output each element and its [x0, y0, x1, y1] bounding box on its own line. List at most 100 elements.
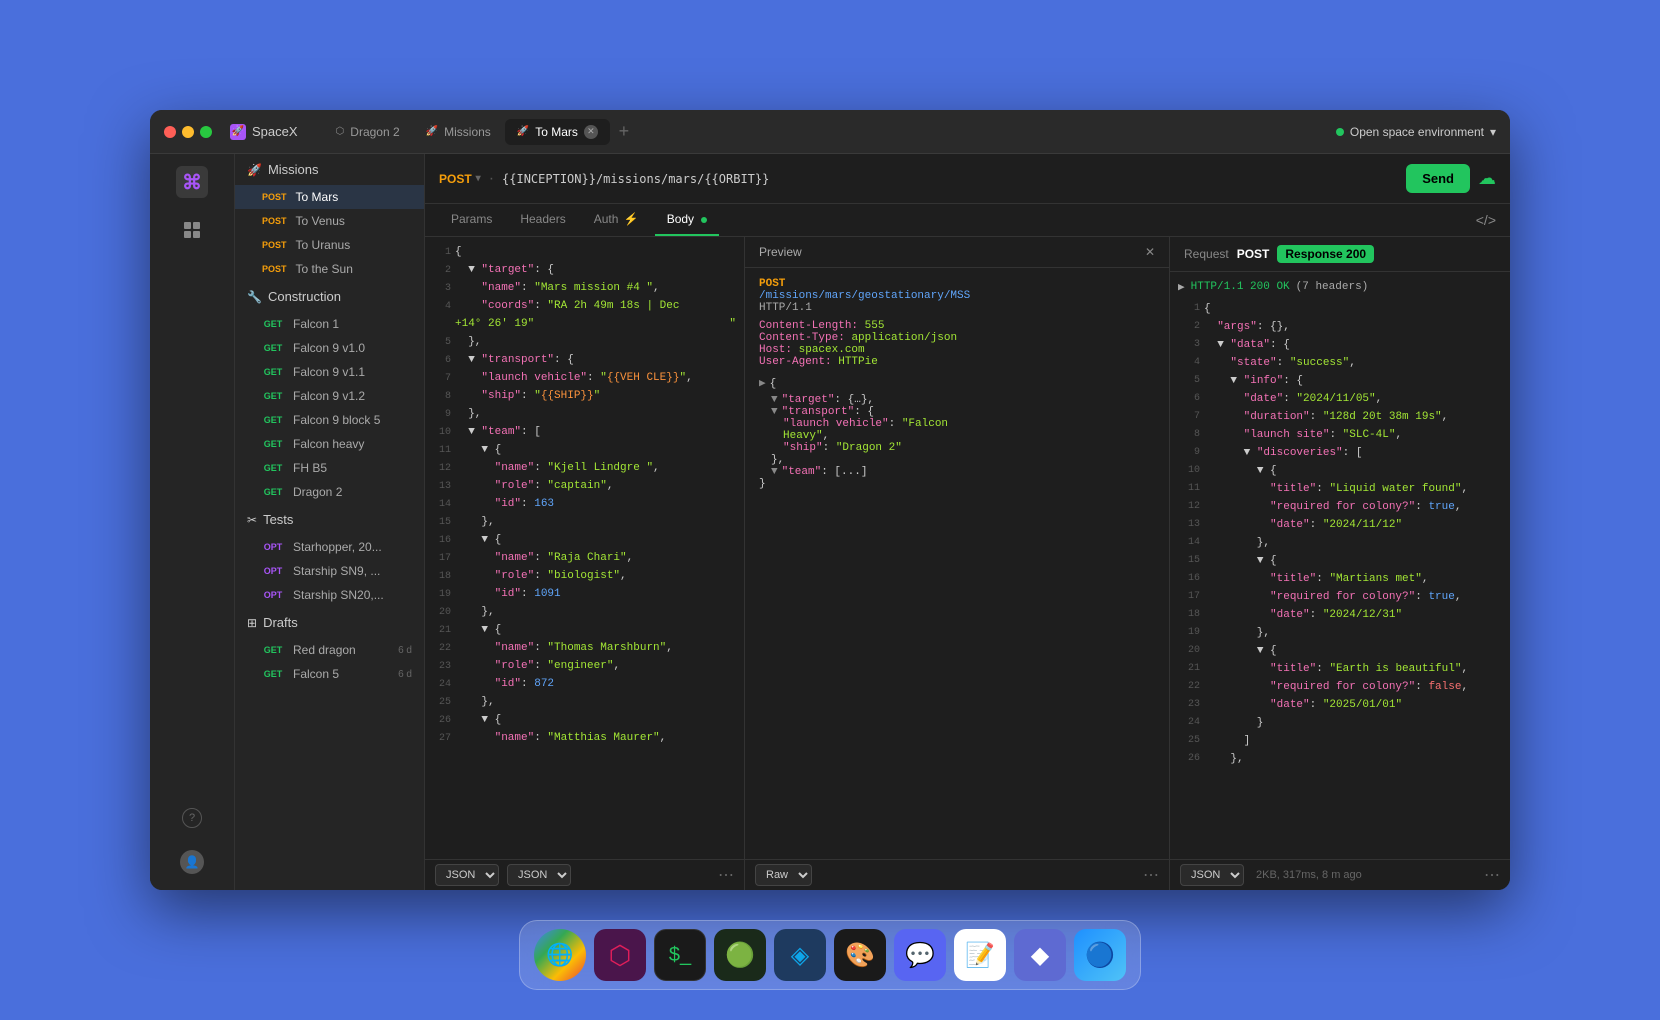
dock-icon-hoppscotch[interactable]: 🟢	[714, 929, 766, 981]
construction-header[interactable]: 🔧 Construction	[235, 281, 424, 312]
sidebar-item-starhopper[interactable]: OPT Starhopper, 20...	[235, 535, 424, 559]
method-selector[interactable]: POST ▾	[439, 172, 481, 186]
tab-missions[interactable]: 🚀 Missions	[414, 119, 503, 145]
sidebar-item-falcon9v12[interactable]: GET Falcon 9 v1.2	[235, 384, 424, 408]
item-label: FH B5	[293, 461, 327, 475]
dock-icon-chrome[interactable]: 🌐	[534, 929, 586, 981]
code-view-icon[interactable]: </>	[1476, 212, 1496, 228]
hoppscotch-icon: 🟢	[725, 941, 755, 970]
response-status-badge: Response 200	[1277, 245, 1374, 263]
url-input[interactable]	[502, 172, 1398, 186]
preview-protocol: HTTP/1.1	[759, 302, 812, 314]
missions-header[interactable]: 🚀 Missions	[235, 154, 424, 185]
preview-request-line: POST /missions/mars/geostationary/MSS HT…	[759, 278, 1155, 314]
code-line: 8 "ship": "{{SHIP}}"	[425, 389, 744, 407]
tab-auth[interactable]: Auth ⚡	[582, 204, 651, 236]
expand-arrow-icon[interactable]: ▼	[771, 466, 778, 478]
cloud-sync-icon[interactable]: ☁	[1478, 168, 1496, 189]
tab-body[interactable]: Body	[655, 204, 720, 236]
preview-close-button[interactable]: ✕	[1145, 245, 1155, 259]
dock-icon-slack[interactable]: ⬡	[594, 929, 646, 981]
expand-arrow-icon[interactable]: ▼	[771, 406, 778, 418]
user-avatar-icon[interactable]: 👤	[176, 846, 208, 878]
header-key: User-Agent:	[759, 356, 832, 368]
header-val: 555	[865, 320, 885, 332]
sidebar-item-to-venus[interactable]: POST To Venus	[235, 209, 424, 233]
sidebar-item-falcon1[interactable]: GET Falcon 1	[235, 312, 424, 336]
dock-icon-terminal[interactable]: $_	[654, 929, 706, 981]
terminal-icon: $_	[669, 944, 691, 967]
sidebar-icon-grid[interactable]	[176, 214, 208, 246]
sidebar-item-falcon9v11[interactable]: GET Falcon 9 v1.1	[235, 360, 424, 384]
minimize-button[interactable]	[182, 126, 194, 138]
dock-icon-notion[interactable]: 📝	[954, 929, 1006, 981]
sidebar-item-fhb5[interactable]: GET FH B5	[235, 456, 424, 480]
code-line: 3 "name": "Mars mission #4 ",	[425, 281, 744, 299]
env-label: Open space environment	[1350, 125, 1484, 139]
item-label: Red dragon	[293, 643, 356, 657]
dock: 🌐 ⬡ $_ 🟢 ◈ 🎨 💬 📝 ◆ 🔵	[519, 920, 1141, 990]
tab-params[interactable]: Params	[439, 204, 504, 236]
sidebar-item-to-mars[interactable]: POST To Mars	[235, 185, 424, 209]
sidebar-item-starsipsn9[interactable]: OPT Starship SN9, ...	[235, 559, 424, 583]
tab-to-mars[interactable]: 🚀 To Mars ✕	[505, 119, 610, 145]
tab-dragon2[interactable]: ⬡ Dragon 2	[324, 119, 412, 145]
help-icon[interactable]: ?	[176, 802, 208, 834]
expand-arrow-icon[interactable]: ▼	[771, 394, 778, 406]
sidebar-item-falcon5[interactable]: GET Falcon 5 6 d	[235, 662, 424, 686]
more-options-icon[interactable]: ⋯	[718, 865, 734, 885]
dock-icon-vscode[interactable]: ◈	[774, 929, 826, 981]
type-selector[interactable]: JSON	[507, 864, 571, 886]
preview-more-options[interactable]: ⋯	[1143, 865, 1159, 885]
sidebar-item-falcon9v10[interactable]: GET Falcon 9 v1.0	[235, 336, 424, 360]
item-label: To Mars	[296, 190, 339, 204]
resp-line: 25 ]	[1178, 734, 1502, 752]
tests-header[interactable]: ✂ Tests	[235, 504, 424, 535]
resp-line: 12 "required for colony?": true,	[1178, 500, 1502, 518]
method-badge: OPT	[259, 565, 287, 577]
tab-close-icon[interactable]: ✕	[584, 125, 598, 139]
http-expand-icon[interactable]: ▶	[1178, 280, 1185, 294]
env-selector[interactable]: Open space environment ▾	[1336, 125, 1496, 139]
code-line: 10 ▼ "team": [	[425, 425, 744, 443]
sidebar-item-dragon2[interactable]: GET Dragon 2	[235, 480, 424, 504]
code-line: 9 },	[425, 407, 744, 425]
dock-icon-finder[interactable]: 🔵	[1074, 929, 1126, 981]
code-editor[interactable]: 1 { 2 ▼ "target": { 3 "name": "Mars miss…	[425, 237, 744, 859]
close-button[interactable]	[164, 126, 176, 138]
preview-headers: Content-Length: 555 Content-Type: applic…	[759, 320, 1155, 368]
response-more-options[interactable]: ⋯	[1484, 865, 1500, 885]
tab-bar: ⬡ Dragon 2 🚀 Missions 🚀 To Mars ✕ +	[324, 119, 1326, 145]
response-header: Request POST Response 200	[1170, 237, 1510, 272]
dock-icon-linear[interactable]: ◆	[1014, 929, 1066, 981]
drafts-header[interactable]: ⊞ Drafts	[235, 607, 424, 638]
preview-format-selector[interactable]: Raw	[755, 864, 812, 886]
headers-count: (7 headers)	[1296, 281, 1369, 293]
http-status-line: ▶ HTTP/1.1 200 OK (7 headers)	[1178, 280, 1502, 294]
dock-icon-discord[interactable]: 💬	[894, 929, 946, 981]
maximize-button[interactable]	[200, 126, 212, 138]
sidebar-item-to-uranus[interactable]: POST To Uranus	[235, 233, 424, 257]
item-label: Starhopper, 20...	[293, 540, 382, 554]
tab-headers[interactable]: Headers	[508, 204, 577, 236]
format-selector[interactable]: Text JSON XML	[435, 864, 499, 886]
request-method-label: POST	[1237, 247, 1270, 261]
sidebar-item-red-dragon[interactable]: GET Red dragon 6 d	[235, 638, 424, 662]
method-badge-post: POST	[259, 215, 290, 227]
response-bottom-bar: JSON 2KB, 317ms, 8 m ago ⋯	[1170, 859, 1510, 890]
add-tab-button[interactable]: +	[612, 120, 636, 144]
send-button[interactable]: Send	[1406, 164, 1470, 193]
sidebar-item-to-sun[interactable]: POST To the Sun	[235, 257, 424, 281]
expand-arrow-icon[interactable]: ▶	[759, 378, 766, 390]
response-panel: Request POST Response 200 ▶ HTTP/1.1 200…	[1170, 237, 1510, 890]
method-badge: OPT	[259, 589, 287, 601]
sidebar-icon-logo[interactable]: ⌘	[176, 166, 208, 198]
sidebar-item-falcon9block5[interactable]: GET Falcon 9 block 5	[235, 408, 424, 432]
item-label: Falcon 1	[293, 317, 339, 331]
sidebar-item-falcon-heavy[interactable]: GET Falcon heavy	[235, 432, 424, 456]
tests-icon: ✂	[247, 513, 257, 527]
response-format-selector[interactable]: JSON	[1180, 864, 1244, 886]
sidebar-item-starshipsn20[interactable]: OPT Starship SN20,...	[235, 583, 424, 607]
code-line: 7 "launch vehicle": "{{VEH CLE}}",	[425, 371, 744, 389]
dock-icon-figma[interactable]: 🎨	[834, 929, 886, 981]
